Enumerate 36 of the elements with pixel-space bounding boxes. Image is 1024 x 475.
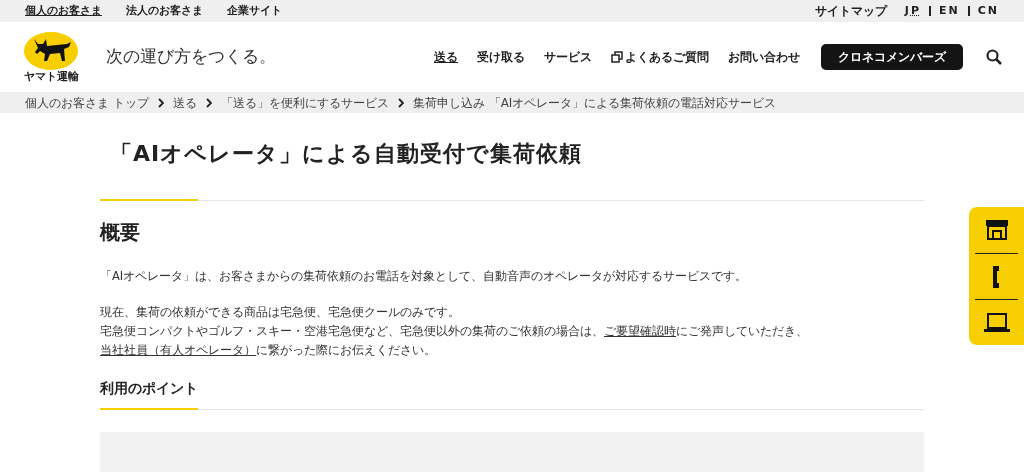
audience-link[interactable]: 企業サイト [227, 2, 282, 20]
external-window-icon [611, 51, 623, 63]
nav-link[interactable]: サービス [544, 48, 592, 66]
nav-link[interactable]: お問い合わせ [728, 48, 800, 66]
nav-link[interactable]: 送る [434, 48, 458, 66]
chevron-icon [397, 97, 404, 108]
paragraph: 「AIオペレータ」は、お客さまからの集荷依頼のお電話を対象として、自動音声のオペレータが対応するサービスです。 [100, 268, 749, 285]
page-title: 「AIオペレータ」による自動受付で集荷依頼 [110, 140, 584, 168]
cat-logo-icon [24, 31, 78, 71]
nav-link[interactable]: 受け取る [477, 48, 525, 66]
sitemap-link[interactable]: サイトマップ [814, 2, 887, 20]
inline-link[interactable]: ご要望確認時 [604, 324, 676, 338]
audience-link[interactable]: 個人のお客さま [25, 2, 102, 20]
laptop-icon [983, 312, 1010, 333]
side-panel-link[interactable] [984, 219, 1009, 241]
section-heading: 概要 [100, 219, 141, 246]
nav-link[interactable]: よくあるご質問 [611, 48, 709, 66]
breadcrumb-link[interactable]: 「送る」を便利にするサービス [220, 93, 389, 112]
language-link[interactable]: EN [939, 2, 960, 20]
logo-text: ヤマト運輸 [23, 71, 79, 83]
current-page-crumb: 集荷申し込み 「AIオペレータ」による集荷依頼の電話対応サービス [412, 94, 777, 112]
chevron-icon [205, 97, 212, 108]
tagline: 次の運び方をつくる。 [106, 45, 276, 69]
language-link[interactable]: JP [904, 2, 921, 20]
breadcrumb-link[interactable]: 送る [172, 93, 197, 112]
subheading: 利用のポイント [100, 379, 199, 398]
chevron-icon [157, 97, 164, 108]
member-button[interactable]: クロネコメンバーズ [821, 44, 963, 70]
store-icon [984, 219, 1009, 241]
breadcrumb-link[interactable]: 個人のお客さま トップ [25, 93, 149, 112]
paragraph: 現在、集荷の依頼ができる商品は宅急便、宅急便クールのみです。 宅急便コンパクトやゴルフ・スキー・空港宅急便など、宅急便以外の集荷のご依頼の場合は、ご要望確認時にご発声していただき、 当社社員（有人オペレータ）に繋がった際にお伝えください。 [100, 304, 809, 359]
inline-link[interactable]: 当社社員（有人オペレータ） [100, 343, 256, 357]
language-link[interactable]: CN [977, 2, 999, 20]
audience-link[interactable]: 法人のお客さま [126, 2, 203, 20]
side-panel-link[interactable] [983, 312, 1010, 333]
search-icon[interactable] [986, 49, 1002, 65]
